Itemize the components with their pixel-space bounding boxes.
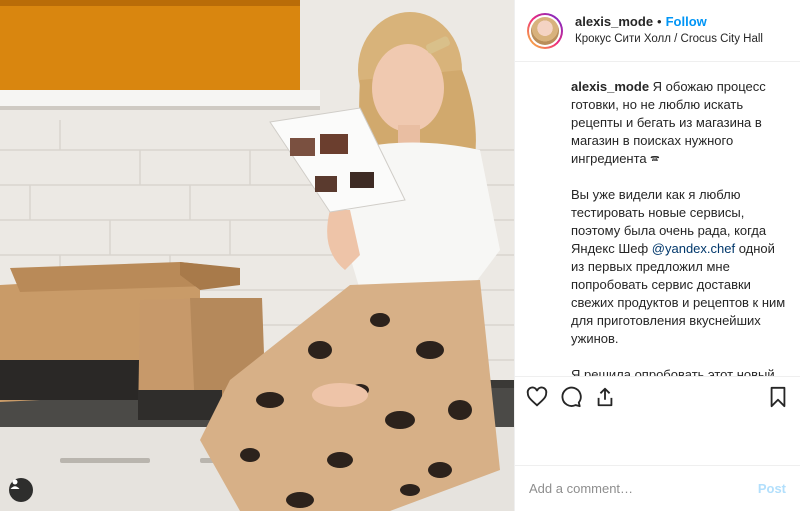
user-icon bbox=[10, 479, 20, 489]
caption-body-1: Я обожаю процесс готовки, но не люблю ис… bbox=[571, 79, 767, 256]
caption-username[interactable]: alexis_mode bbox=[571, 79, 649, 94]
post-header: alexis_mode • Follow Крокус Сити Холл / … bbox=[515, 0, 800, 62]
caption-text: alexis_mode Я обожаю процесс готовки, но… bbox=[571, 78, 788, 376]
header-separator: • bbox=[657, 14, 662, 29]
location-link[interactable]: Крокус Сити Холл / Crocus City Hall bbox=[575, 31, 763, 47]
bookmark-icon[interactable] bbox=[766, 385, 790, 409]
post-photo[interactable] bbox=[0, 0, 514, 511]
caption-area: alexis_mode Я обожаю процесс готовки, но… bbox=[515, 62, 800, 376]
heart-icon[interactable] bbox=[525, 385, 549, 409]
post-side-panel: alexis_mode • Follow Крокус Сити Холл / … bbox=[514, 0, 800, 511]
caption-mention[interactable]: @yandex.chef bbox=[652, 241, 735, 256]
post-comment-button[interactable]: Post bbox=[758, 481, 786, 496]
comment-input[interactable] bbox=[529, 481, 758, 496]
likes-area bbox=[515, 416, 800, 465]
action-bar bbox=[515, 376, 800, 416]
follow-button[interactable]: Follow bbox=[666, 14, 707, 30]
user-tag-button[interactable] bbox=[9, 478, 33, 502]
instagram-post: alexis_mode • Follow Крокус Сити Холл / … bbox=[0, 0, 800, 511]
comment-bar: Post bbox=[515, 465, 800, 511]
share-icon[interactable] bbox=[593, 385, 617, 409]
photo-illustration bbox=[0, 0, 514, 511]
avatar[interactable] bbox=[527, 12, 563, 49]
caption-body-2: одной из первых предложил мне попробоват… bbox=[571, 241, 786, 376]
comment-bubble-icon[interactable] bbox=[559, 385, 583, 409]
header-username[interactable]: alexis_mode bbox=[575, 14, 653, 30]
